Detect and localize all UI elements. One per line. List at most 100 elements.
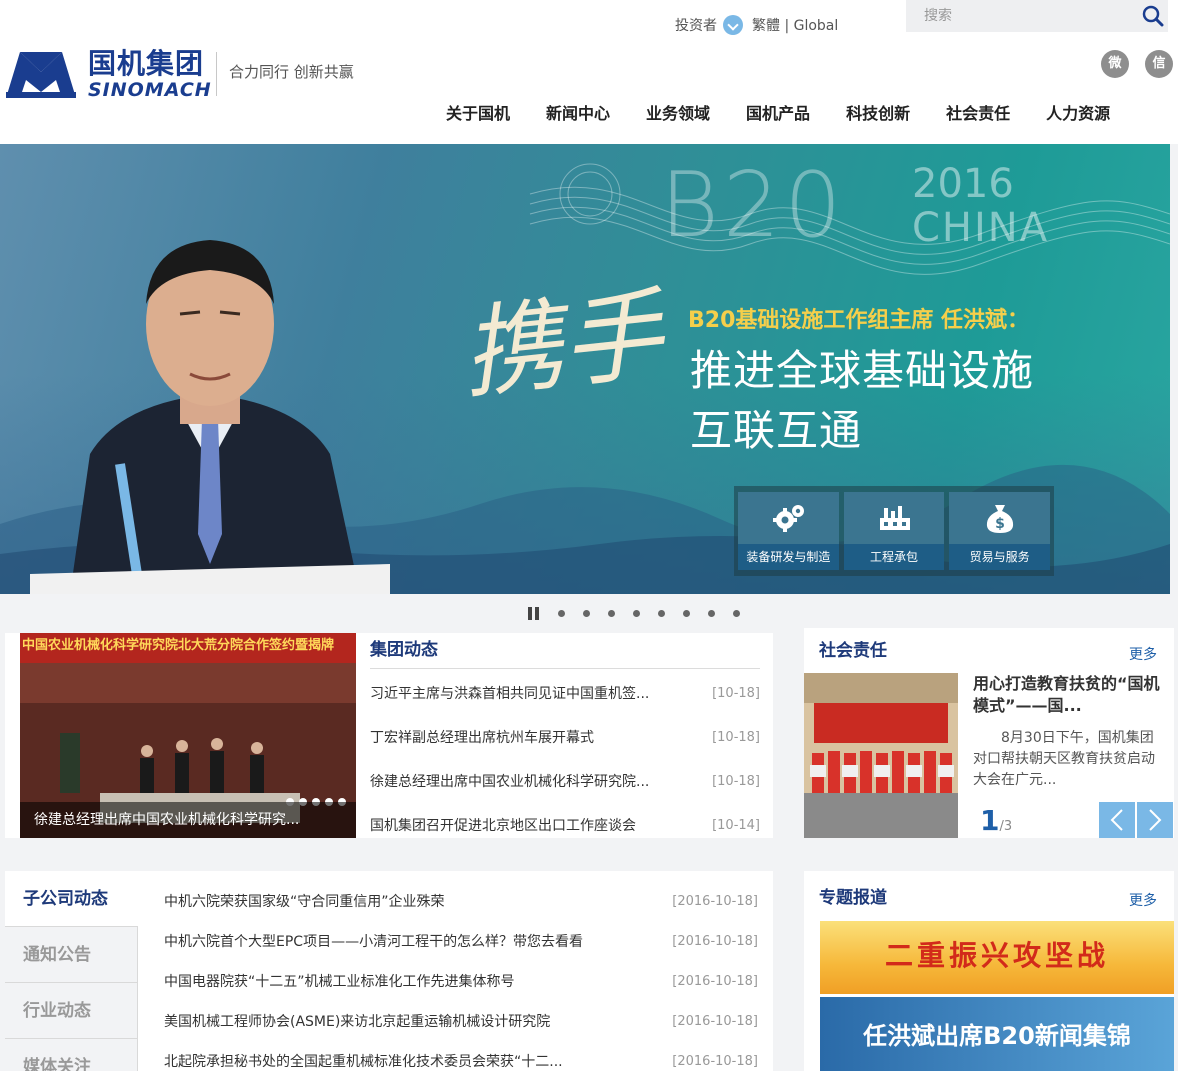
nav-about[interactable]: 关于国机 — [446, 100, 510, 128]
carousel-dot[interactable] — [558, 609, 565, 617]
list-item[interactable]: 中国电器院获“十二五”机械工业标准化工作先进集体称号 [2016-10-18] — [164, 961, 758, 1001]
next-button[interactable] — [1137, 802, 1173, 838]
money-bag-icon: $ — [987, 505, 1014, 533]
logo-chinese-name: 国机集团 — [88, 47, 205, 80]
wechat-icon[interactable]: 信 — [1145, 50, 1173, 78]
csr-total-pages: /3 — [999, 819, 1013, 834]
search-icon[interactable] — [1142, 5, 1164, 27]
list-item[interactable]: 国机集团召开促进北京地区出口工作座谈会 [10-14] — [370, 803, 760, 847]
list-item[interactable]: 丁宏祥副总经理出席杭州车展开幕式 [10-18] — [370, 715, 760, 759]
language-switch[interactable]: 繁體 | Global — [752, 15, 838, 35]
tile-engineering-contracting[interactable]: 工程承包 — [843, 492, 945, 570]
list-item[interactable]: 美国机械工程师协会(ASME)来访北京起重运输机械设计研究院 [2016-10-… — [164, 1001, 758, 1041]
sinomach-logo[interactable]: 国机集团 SINOMACH — [6, 47, 211, 100]
carousel-dot[interactable] — [633, 609, 640, 617]
tab-media-coverage[interactable]: 媒体关注 — [5, 1039, 138, 1071]
investor-dropdown-icon[interactable] — [723, 15, 743, 35]
b20-logo-year: 2016 — [912, 161, 1014, 207]
news-title[interactable]: 中机六院首个大型EPC项目——小清河工程干的怎么样？带您去看看 — [164, 931, 644, 951]
special-banner-erzhong[interactable]: 二重振兴攻坚战 — [820, 921, 1174, 994]
news-title[interactable]: 国机集团召开促进北京地区出口工作座谈会 — [370, 815, 690, 835]
tile-trade-services[interactable]: $ 贸易与服务 — [949, 492, 1051, 570]
photo-caption[interactable]: 徐建总经理出席中国农业机械化科学研究... — [20, 802, 356, 838]
nav-products[interactable]: 国机产品 — [746, 100, 810, 128]
carousel-dot[interactable] — [683, 609, 690, 617]
news-title[interactable]: 中机六院荣获国家级“守合同重信用”企业殊荣 — [164, 891, 644, 911]
news-date: [10-18] — [712, 685, 760, 701]
slogan: 合力同行 创新共赢 — [229, 63, 354, 81]
csr-item-description: 8月30日下午，国机集团对口帮扶朝天区教育扶贫启动大会在广元... — [973, 730, 1155, 788]
news-date: [2016-10-18] — [672, 1013, 758, 1029]
list-item[interactable]: 北起院承担秘书处的全国起重机械标准化技术委员会荣获“十二... [2016-10… — [164, 1041, 758, 1071]
site-header: 国机集团 SINOMACH 合力同行 创新共赢 投资者 繁體 | Global … — [0, 0, 1178, 144]
carousel-dot[interactable] — [733, 609, 740, 617]
education-event-photo[interactable] — [804, 673, 958, 838]
tile-label: 装备研发与制造 — [738, 544, 839, 570]
news-title[interactable]: 美国机械工程师协会(ASME)来访北京起重运输机械设计研究院 — [164, 1011, 644, 1031]
list-item[interactable]: 徐建总经理出席中国农业机械化科学研究院... [10-18] — [370, 759, 760, 803]
more-link[interactable]: 更多 — [1129, 890, 1157, 910]
svg-text:$: $ — [995, 516, 1005, 532]
hero-banner[interactable]: B20 2016 CHINA 携手 B20基础设施工作组主席 任洪斌： 推进全球… — [0, 144, 1170, 594]
tab-notices[interactable]: 通知公告 — [5, 927, 138, 983]
gears-icon — [773, 505, 804, 532]
carousel-dot[interactable] — [608, 609, 615, 617]
more-link[interactable]: 更多 — [1129, 644, 1157, 664]
nav-innovation[interactable]: 科技创新 — [846, 100, 910, 128]
section-title[interactable]: 集团动态 — [370, 640, 438, 660]
news-date: [10-18] — [712, 729, 760, 745]
news-date: [10-18] — [712, 773, 760, 789]
news-date: [10-14] — [712, 817, 760, 833]
special-reports-section: 专题报道 更多 二重振兴攻坚战 任洪斌出席B20新闻集锦 — [804, 871, 1174, 1071]
weibo-icon[interactable]: 微 — [1101, 50, 1129, 78]
carousel-dot[interactable] — [708, 609, 715, 617]
news-title[interactable]: 丁宏祥副总经理出席杭州车展开幕式 — [370, 727, 690, 747]
tab-industry-news[interactable]: 行业动态 — [5, 983, 138, 1039]
tile-label: 工程承包 — [843, 544, 945, 570]
group-news-section: 中国农业机械化科学研究院北大荒分院合作签约暨揭牌 徐建总经理出席中国农业机械化科… — [5, 633, 773, 838]
nav-news[interactable]: 新闻中心 — [546, 100, 610, 128]
sinomach-logo-mark-icon — [6, 52, 76, 98]
news-date: [2016-10-18] — [672, 933, 758, 949]
chevron-right-icon — [1149, 809, 1162, 831]
prev-button[interactable] — [1099, 802, 1135, 838]
news-title[interactable]: 徐建总经理出席中国农业机械化科学研究院... — [370, 771, 690, 791]
list-item[interactable]: 中机六院荣获国家级“守合同重信用”企业殊荣 [2016-10-18] — [164, 881, 758, 921]
section-title[interactable]: 社会责任 — [819, 640, 887, 662]
tile-equipment-manufacturing[interactable]: 装备研发与制造 — [738, 492, 839, 570]
nav-business[interactable]: 业务领域 — [646, 100, 710, 128]
calligraphy-text: 携手 — [456, 275, 668, 414]
investor-link[interactable]: 投资者 — [675, 15, 717, 35]
news-photo-slider[interactable]: 中国农业机械化科学研究院北大荒分院合作签约暨揭牌 徐建总经理出席中国农业机械化科… — [20, 633, 356, 838]
factory-icon — [879, 506, 910, 530]
section-title[interactable]: 专题报道 — [819, 887, 887, 909]
b20-logo-country: CHINA — [912, 205, 1050, 251]
top-links: 投资者 繁體 | Global — [675, 13, 838, 37]
banner-title-line2: 互联互通 — [690, 406, 863, 455]
carousel-dot[interactable] — [658, 609, 665, 617]
search-input[interactable] — [906, 0, 1136, 32]
list-item[interactable]: 习近平主席与洪森首相共同见证中国重机签... [10-18] — [370, 671, 760, 715]
carousel-dot[interactable] — [583, 609, 590, 617]
news-title[interactable]: 习近平主席与洪森首相共同见证中国重机签... — [370, 683, 690, 703]
nav-hr[interactable]: 人力资源 — [1046, 100, 1110, 128]
logo-divider — [216, 52, 217, 96]
csr-pagination: 1/3 — [980, 806, 1012, 842]
news-date: [2016-10-18] — [672, 1053, 758, 1069]
special-banner-text: 任洪斌出席B20新闻集锦 — [863, 1022, 1131, 1050]
tab-subsidiary-news[interactable]: 子公司动态 — [5, 871, 138, 927]
news-title[interactable]: 中国电器院获“十二五”机械工业标准化工作先进集体称号 — [164, 971, 644, 991]
pause-icon[interactable] — [528, 606, 540, 620]
news-date: [2016-10-18] — [672, 973, 758, 989]
subsidiary-tabs: 子公司动态 通知公告 行业动态 媒体关注 — [5, 871, 138, 1071]
list-item[interactable]: 中机六院首个大型EPC项目——小清河工程干的怎么样？带您去看看 [2016-10… — [164, 921, 758, 961]
subsidiary-news-list: 中机六院荣获国家级“守合同重信用”企业殊荣 [2016-10-18] 中机六院首… — [164, 881, 758, 1071]
csr-item-title[interactable]: 用心打造教育扶贫的“国机模式”——国... — [973, 673, 1163, 717]
subsidiary-news-section: 子公司动态 通知公告 行业动态 媒体关注 中机六院荣获国家级“守合同重信用”企业… — [5, 871, 773, 1071]
nav-social-responsibility[interactable]: 社会责任 — [946, 100, 1010, 128]
news-title[interactable]: 北起院承担秘书处的全国起重机械标准化技术委员会荣获“十二... — [164, 1051, 644, 1071]
social-responsibility-section: 社会责任 更多 用心打造教育扶贫的“国机模式”——国... 8月30日下午，国机… — [804, 628, 1174, 838]
search-box — [906, 0, 1168, 32]
special-banner-b20[interactable]: 任洪斌出席B20新闻集锦 — [820, 997, 1174, 1071]
chevron-left-icon — [1110, 809, 1123, 831]
